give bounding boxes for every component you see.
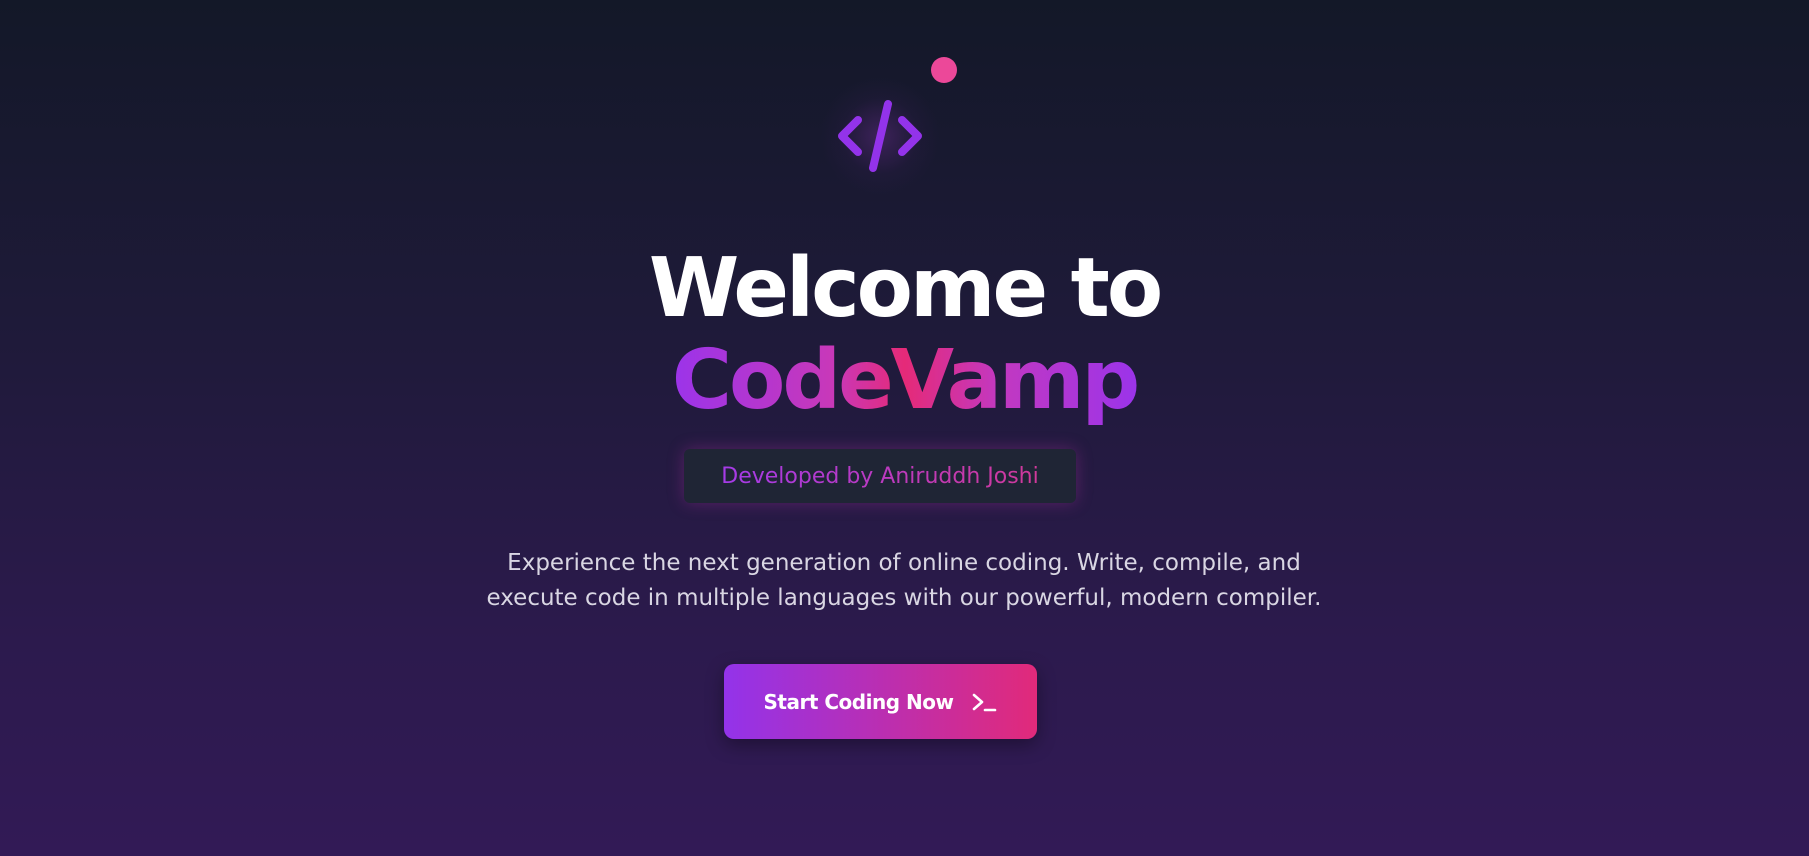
notification-dot xyxy=(931,57,957,83)
tagline-line-1: Experience the next generation of online… xyxy=(507,550,1301,576)
page-title: Welcome to CodeVamp xyxy=(0,243,1809,427)
title-welcome: Welcome to xyxy=(648,241,1163,336)
title-brand: CodeVamp xyxy=(671,333,1140,428)
start-coding-button[interactable]: Start Coding Now xyxy=(724,664,1037,739)
developer-badge: Developed by Aniruddh Joshi xyxy=(684,449,1076,503)
tagline: Experience the next generation of online… xyxy=(454,546,1354,616)
code-brackets-icon xyxy=(838,100,922,172)
terminal-icon xyxy=(973,693,997,711)
developer-badge-text: Developed by Aniruddh Joshi xyxy=(721,463,1039,489)
hero-section: Welcome to CodeVamp Developed by Anirudd… xyxy=(0,0,1809,856)
tagline-line-2: execute code in multiple languages with … xyxy=(486,585,1322,611)
start-coding-label: Start Coding Now xyxy=(763,689,954,714)
logo xyxy=(805,76,955,202)
